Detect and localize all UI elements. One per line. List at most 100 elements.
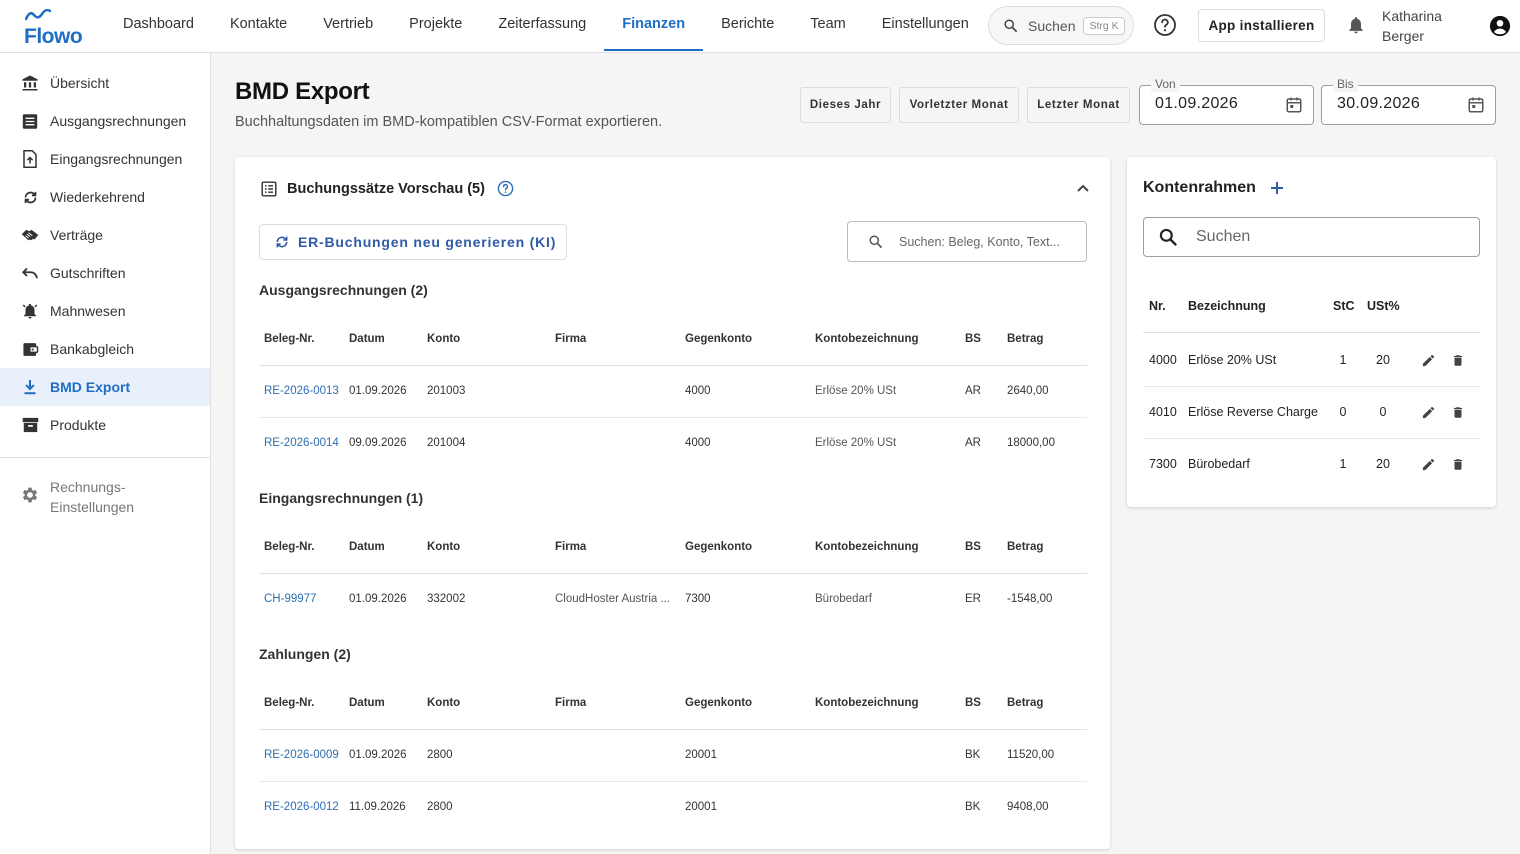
col-beleg-nr[interactable]: Beleg-Nr. <box>264 333 349 345</box>
col-bs[interactable]: BS <box>965 697 1005 709</box>
booking-search-input[interactable]: Suchen: Beleg, Konto, Text... <box>847 221 1087 262</box>
nav-einstellungen[interactable]: Einstellungen <box>864 0 987 51</box>
month-before-last-button[interactable]: Vorletzter Monat <box>899 87 1019 123</box>
sidebar-item-bmd-export[interactable]: BMD Export <box>0 368 210 406</box>
col-datum[interactable]: Datum <box>349 541 427 553</box>
beleg-link[interactable]: RE-2026-0013 <box>264 385 349 397</box>
global-search[interactable]: Suchen Strg K <box>988 6 1134 45</box>
delete-trash-icon[interactable] <box>1451 353 1465 368</box>
nav-vertrieb[interactable]: Vertrieb <box>305 0 391 51</box>
cell-datum: 09.09.2026 <box>349 437 407 449</box>
table-row: RE-2026-0012 11.09.2026 2800 20001 BK 94… <box>259 782 1087 834</box>
sidebar-item-wiederkehrend[interactable]: Wiederkehrend <box>0 178 210 216</box>
sidebar-item-uebersicht[interactable]: Übersicht <box>0 64 210 102</box>
add-icon[interactable] <box>1270 181 1284 195</box>
col-beleg-nr[interactable]: Beleg-Nr. <box>264 541 349 553</box>
kontenrahmen-search-input[interactable]: Suchen <box>1143 217 1480 257</box>
wallet-icon <box>20 339 40 359</box>
sidebar-item-rechnungs-einstellungen[interactable]: Rechnungs- Einstellungen <box>20 477 134 517</box>
sidebar-item-gutschriften[interactable]: Gutschriften <box>0 254 210 292</box>
delete-trash-icon[interactable] <box>1451 405 1465 420</box>
col-ust[interactable]: USt% <box>1367 299 1400 313</box>
col-konto[interactable]: Konto <box>427 697 555 709</box>
nav-dashboard[interactable]: Dashboard <box>105 0 212 51</box>
install-app-button[interactable]: App installieren <box>1198 9 1325 42</box>
cell-ust: 20 <box>1376 457 1390 471</box>
account-circle-icon[interactable] <box>1489 15 1511 37</box>
section-title-eingangsrechnungen: Eingangsrechnungen (1) <box>259 490 424 506</box>
sidebar-item-mahnwesen[interactable]: Mahnwesen <box>0 292 210 330</box>
regenerate-er-bookings-button[interactable]: ER-Buchungen neu generieren (KI) <box>259 224 567 260</box>
cell-bs: ER <box>965 593 981 605</box>
col-betrag[interactable]: Betrag <box>1007 333 1087 345</box>
col-firma[interactable]: Firma <box>555 541 673 553</box>
cell-datum: 01.09.2026 <box>349 593 407 605</box>
col-bs[interactable]: BS <box>965 333 1005 345</box>
last-month-button[interactable]: Letzter Monat <box>1027 87 1130 123</box>
user-last-name: Berger <box>1382 28 1425 44</box>
col-stc[interactable]: StC <box>1333 299 1355 313</box>
nav-team[interactable]: Team <box>792 0 863 51</box>
col-konto[interactable]: Konto <box>427 541 555 553</box>
date-from-field[interactable]: Von 01.09.2026 <box>1139 76 1314 125</box>
help-circle-icon[interactable] <box>497 180 514 197</box>
nav-kontakte[interactable]: Kontakte <box>212 0 305 51</box>
col-kontobezeichnung[interactable]: Kontobezeichnung <box>815 333 963 345</box>
col-nr[interactable]: Nr. <box>1149 299 1166 313</box>
nav-projekte[interactable]: Projekte <box>391 0 480 51</box>
sidebar-item-label: Gutschriften <box>50 265 126 281</box>
beleg-link[interactable]: RE-2026-0014 <box>264 437 349 449</box>
sidebar-item-ausgangsrechnungen[interactable]: Ausgangsrechnungen <box>0 102 210 140</box>
beleg-link[interactable]: RE-2026-0009 <box>264 749 349 761</box>
nav-finanzen[interactable]: Finanzen <box>604 0 704 51</box>
beleg-link[interactable]: CH-99977 <box>264 593 349 605</box>
sidebar-item-bankabgleich[interactable]: Bankabgleich <box>0 330 210 368</box>
col-datum[interactable]: Datum <box>349 697 427 709</box>
col-gegenkonto[interactable]: Gegenkonto <box>685 333 815 345</box>
col-kontobezeichnung[interactable]: Kontobezeichnung <box>815 697 963 709</box>
col-betrag[interactable]: Betrag <box>1007 541 1087 553</box>
col-firma[interactable]: Firma <box>555 333 673 345</box>
notifications-bell-icon[interactable] <box>1346 15 1366 35</box>
col-datum[interactable]: Datum <box>349 333 427 345</box>
col-gegenkonto[interactable]: Gegenkonto <box>685 541 815 553</box>
col-betrag[interactable]: Betrag <box>1007 697 1087 709</box>
help-icon[interactable] <box>1153 13 1177 37</box>
table-header: Beleg-Nr. Datum Konto Firma Gegenkonto K… <box>259 522 1087 574</box>
chevron-up-icon[interactable] <box>1076 181 1090 195</box>
cell-bezeichnung: Bürobedarf <box>1188 457 1250 471</box>
sidebar-item-label: Übersicht <box>50 75 110 91</box>
nav-berichte[interactable]: Berichte <box>703 0 792 51</box>
col-konto[interactable]: Konto <box>427 333 555 345</box>
this-year-button[interactable]: Dieses Jahr <box>800 87 891 123</box>
delete-trash-icon[interactable] <box>1451 457 1465 472</box>
cell-bezeichnung: Erlöse Reverse Charge <box>1188 405 1318 419</box>
col-gegenkonto[interactable]: Gegenkonto <box>685 697 815 709</box>
preview-title-text: Buchungssätze Vorschau (5) <box>287 180 485 197</box>
date-to-field[interactable]: Bis 30.09.2026 <box>1321 76 1496 125</box>
col-bezeichnung[interactable]: Bezeichnung <box>1188 299 1328 313</box>
flowo-logo[interactable]: Flowo <box>22 9 83 48</box>
calendar-icon[interactable] <box>1467 96 1485 114</box>
cell-datum: 11.09.2026 <box>349 801 406 813</box>
list-alt-icon <box>261 180 277 197</box>
sidebar-item-eingangsrechnungen[interactable]: Eingangsrechnungen <box>0 140 210 178</box>
user-name[interactable]: Katharina Berger <box>1382 6 1462 46</box>
col-kontobezeichnung[interactable]: Kontobezeichnung <box>815 541 963 553</box>
edit-pencil-icon[interactable] <box>1421 405 1436 420</box>
col-firma[interactable]: Firma <box>555 697 673 709</box>
cell-stc: 1 <box>1339 353 1347 367</box>
calendar-icon[interactable] <box>1285 96 1303 114</box>
col-beleg-nr[interactable]: Beleg-Nr. <box>264 697 349 709</box>
col-bs[interactable]: BS <box>965 541 1005 553</box>
kontenrahmen-card: Kontenrahmen Suchen Nr. Bezeichnung StC … <box>1127 157 1496 507</box>
nav-zeiterfassung[interactable]: Zeiterfassung <box>480 0 604 51</box>
settings-label-line2: Einstellungen <box>50 499 135 515</box>
sidebar-item-produkte[interactable]: Produkte <box>0 406 210 444</box>
logo-text: Flowo <box>24 25 83 48</box>
cell-betrag: 18000,00 <box>1007 437 1055 449</box>
edit-pencil-icon[interactable] <box>1421 457 1436 472</box>
edit-pencil-icon[interactable] <box>1421 353 1436 368</box>
beleg-link[interactable]: RE-2026-0012 <box>264 801 349 813</box>
sidebar-item-vertraege[interactable]: Verträge <box>0 216 210 254</box>
